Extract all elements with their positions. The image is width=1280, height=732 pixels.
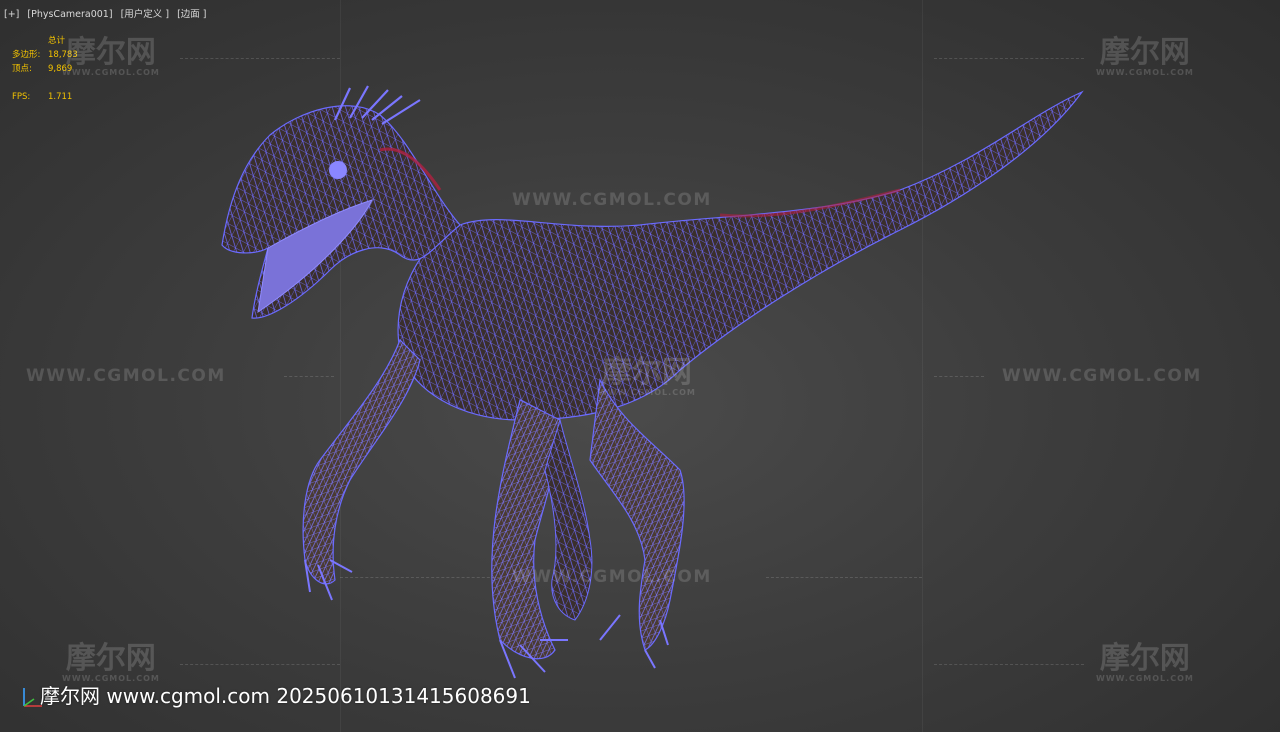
watermark-logo: 摩尔网 WWW.CGMOL.COM [1096,35,1194,78]
watermark-dash [934,664,1084,665]
viewport-label-bar: [+] [PhysCamera001] [用户定义 ] [边面 ] [4,6,212,20]
watermark-url: WWW.CGMOL.COM [512,190,712,210]
stats-row-fps: FPS: 1.711 [12,90,78,104]
watermark-url: WWW.CGMOL.COM [1002,366,1202,386]
watermark-logo: 摩尔网 WWW.CGMOL.COM [598,355,696,398]
watermark-dash [284,376,334,377]
watermark-dash [180,664,340,665]
watermark-logo: 摩尔网 WWW.CGMOL.COM [1096,641,1194,684]
fps-label: FPS: [12,92,31,102]
viewport-menu-plus[interactable]: [+] [4,9,19,20]
fps-value: 1.711 [48,92,73,102]
footer-watermark: 摩尔网 www.cgmol.com 20250610131415608691 [40,684,531,708]
watermark-dash [934,58,1084,59]
watermark-dash [766,577,922,578]
stats-label: 多边形: [12,50,41,60]
watermark-dash [180,58,340,59]
stats-label: 顶点: [12,64,32,74]
viewport-display-mode-label[interactable]: [边面 ] [177,9,206,20]
watermark-url: WWW.CGMOL.COM [512,567,712,587]
watermark-dash [934,376,984,377]
watermark-logo: 摩尔网 WWW.CGMOL.COM [62,641,160,684]
watermark-dash [340,577,500,578]
watermark-logo: 摩尔网 WWW.CGMOL.COM [62,35,160,78]
viewport-shading-label[interactable]: [用户定义 ] [121,9,169,20]
viewport-camera-label[interactable]: [PhysCamera001] [27,9,112,20]
watermark-url: WWW.CGMOL.COM [26,366,226,386]
perspective-viewport[interactable]: [+] [PhysCamera001] [用户定义 ] [边面 ] 总计 多边形… [0,0,1280,732]
